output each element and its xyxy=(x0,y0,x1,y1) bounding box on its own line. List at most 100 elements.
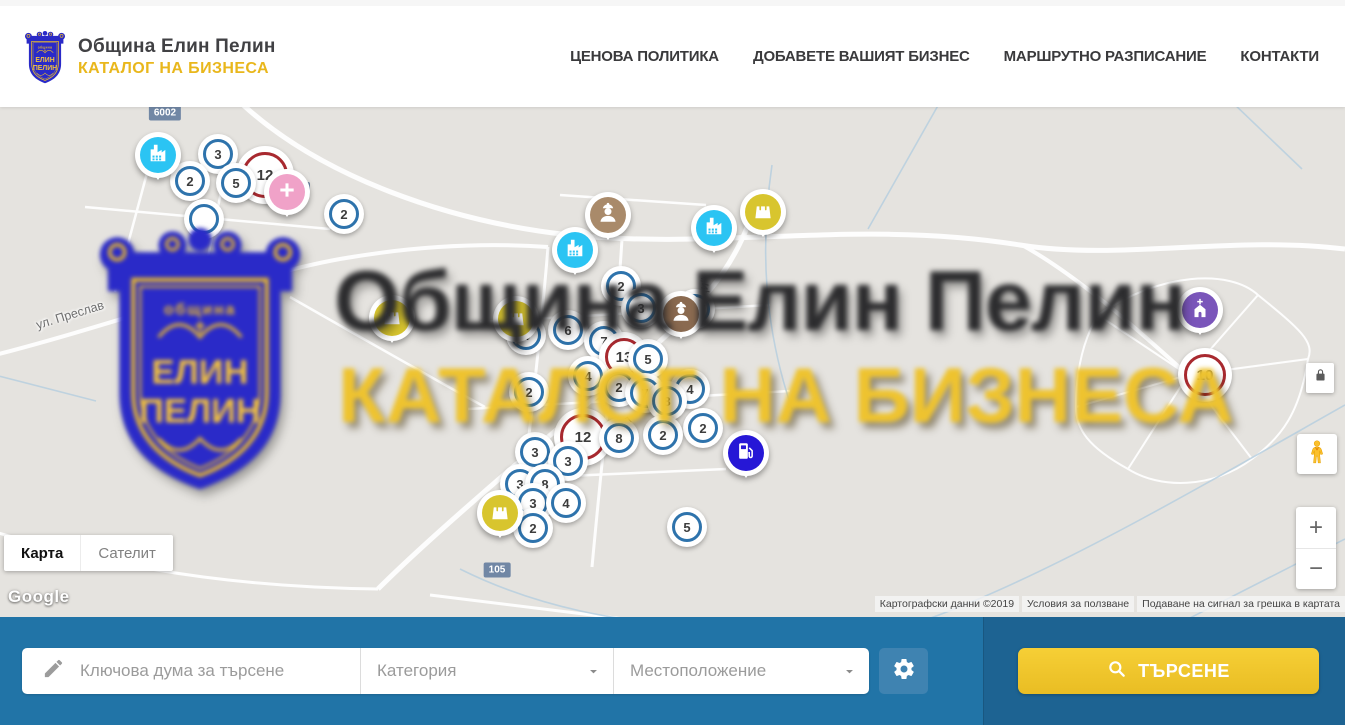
brand-text: Община Елин Пелин КАТАЛОГ НА БИЗНЕСА xyxy=(78,36,276,78)
cluster-marker[interactable]: 2 xyxy=(324,194,364,234)
bag-icon xyxy=(505,306,527,333)
church-icon xyxy=(1189,297,1211,324)
location-select-label: Местоположение xyxy=(630,661,766,681)
cluster-count: 8 xyxy=(604,423,634,453)
cluster-count: 2 xyxy=(175,166,205,196)
cluster-marker[interactable]: 2 xyxy=(683,408,723,448)
lock-control[interactable] xyxy=(1306,363,1334,393)
keyword-input[interactable] xyxy=(78,660,360,682)
padlock-icon xyxy=(1313,368,1328,388)
zoom-control: + − xyxy=(1296,507,1336,589)
cluster-count: 4 xyxy=(551,488,581,518)
cluster-marker[interactable]: 10 xyxy=(1178,348,1232,402)
pegman-control[interactable] xyxy=(1297,434,1337,474)
cluster-count: 5 xyxy=(633,344,663,374)
cluster-count: 2 xyxy=(329,199,359,229)
cluster-count: 6 xyxy=(553,315,583,345)
cluster-marker[interactable]: 5 xyxy=(216,163,256,203)
map-type-map-button[interactable]: Карта xyxy=(4,535,80,571)
cluster-count: 2 xyxy=(688,413,718,443)
cluster-count: 3 xyxy=(520,437,550,467)
search-button[interactable]: ТЪРСЕНЕ xyxy=(1018,648,1319,694)
category-pin-factory[interactable] xyxy=(691,205,737,251)
advanced-search-button[interactable] xyxy=(879,648,928,694)
attribution-terms-link[interactable]: Условия за ползване xyxy=(1022,596,1134,612)
category-pin-bag[interactable] xyxy=(740,189,786,235)
worker-icon xyxy=(670,301,692,328)
category-pin-factory[interactable] xyxy=(135,132,181,178)
zoom-out-button[interactable]: − xyxy=(1296,548,1336,589)
chevron-down-icon xyxy=(586,664,601,684)
cluster-count: 3 xyxy=(626,293,656,323)
gear-icon xyxy=(892,657,916,686)
nav-item-pricing[interactable]: ЦЕНОВА ПОЛИТИКА xyxy=(570,48,719,65)
cluster-marker[interactable]: 2 xyxy=(643,415,683,455)
bag-icon xyxy=(381,305,403,332)
main-nav: ЦЕНОВА ПОЛИТИКА ДОБАВЕТЕ ВАШИЯТ БИЗНЕС М… xyxy=(570,48,1345,65)
road-number-label: 6002 xyxy=(149,107,181,121)
cluster-count: 2 xyxy=(514,377,544,407)
cluster-marker[interactable]: 2 xyxy=(509,372,549,412)
category-pin-bag[interactable] xyxy=(369,295,415,341)
zoom-in-button[interactable]: + xyxy=(1296,507,1336,548)
bag-icon xyxy=(752,199,774,226)
search-bar: Категория Местоположение xyxy=(22,648,869,694)
factory-icon xyxy=(703,215,725,242)
nav-item-add-business[interactable]: ДОБАВЕТЕ ВАШИЯТ БИЗНЕС xyxy=(753,48,970,65)
cluster-marker[interactable]: 3 xyxy=(621,288,661,328)
attribution-report-link[interactable]: Подаване на сигнал за грешка в картата xyxy=(1137,596,1345,612)
search-right-panel: ТЪРСЕНЕ xyxy=(983,617,1345,725)
category-pin-bag[interactable] xyxy=(493,296,539,342)
category-pin-factory[interactable] xyxy=(552,227,598,273)
site-title: Община Елин Пелин xyxy=(78,36,276,58)
pegman-icon xyxy=(1304,439,1330,470)
map-canvas[interactable]: ул. Преславбул. „Новоселици" 6002105 321… xyxy=(0,107,1345,617)
worker-icon xyxy=(597,202,619,229)
search-button-label: ТЪРСЕНЕ xyxy=(1138,661,1230,682)
search-left-panel: Категория Местоположение xyxy=(0,617,983,725)
cluster-count: 8 xyxy=(652,386,682,416)
location-select[interactable]: Местоположение xyxy=(613,648,869,694)
map-type-satellite-button[interactable]: Сателит xyxy=(80,535,173,571)
map-attribution: Картографски данни ©2019 Условия за полз… xyxy=(875,596,1345,612)
cluster-count: 5 xyxy=(672,512,702,542)
header: община ЕЛИН ПЕЛИН Община Елин Пелин КАТА… xyxy=(0,0,1345,107)
keyword-cell xyxy=(22,648,360,694)
nav-item-timetable[interactable]: МАРШРУТНО РАЗПИСАНИЕ xyxy=(1004,48,1207,65)
magnifier-icon xyxy=(1107,659,1127,684)
cross-icon xyxy=(277,180,297,205)
category-select-label: Категория xyxy=(377,661,456,681)
cluster-count: 5 xyxy=(221,168,251,198)
page: община ЕЛИН ПЕЛИН Община Елин Пелин КАТА… xyxy=(0,0,1345,725)
attribution-copyright: Картографски данни ©2019 xyxy=(875,596,1019,612)
cluster-marker[interactable]: 6 xyxy=(548,310,588,350)
svg-text:ЕЛИН: ЕЛИН xyxy=(35,57,54,64)
cluster-count xyxy=(189,204,219,234)
category-pin-worker[interactable] xyxy=(658,291,704,337)
brand[interactable]: община ЕЛИН ПЕЛИН Община Елин Пелин КАТА… xyxy=(0,29,276,85)
svg-text:ПЕЛИН: ПЕЛИН xyxy=(33,64,57,71)
chevron-down-icon xyxy=(842,664,857,684)
fuel-icon xyxy=(735,440,757,467)
cluster-count: 10 xyxy=(1184,354,1226,396)
category-pin-cross[interactable] xyxy=(264,169,310,215)
nav-item-contacts[interactable]: КОНТАКТИ xyxy=(1240,48,1319,65)
site-subtitle: КАТАЛОГ НА БИЗНЕСА xyxy=(78,60,276,78)
cluster-marker[interactable] xyxy=(184,199,224,239)
municipality-crest-logo: община ЕЛИН ПЕЛИН xyxy=(22,29,68,85)
factory-icon xyxy=(147,142,169,169)
pencil-icon xyxy=(42,657,65,685)
search-section: Категория Местоположение xyxy=(0,617,1345,725)
category-select[interactable]: Категория xyxy=(360,648,613,694)
bag-icon xyxy=(489,500,511,527)
category-pin-bag[interactable] xyxy=(477,490,523,536)
category-pin-church[interactable] xyxy=(1177,287,1223,333)
cluster-marker[interactable]: 5 xyxy=(667,507,707,547)
cluster-marker[interactable]: 4 xyxy=(546,483,586,523)
google-logo[interactable]: Google xyxy=(8,587,70,607)
cluster-count: 2 xyxy=(648,420,678,450)
category-pin-fuel[interactable] xyxy=(723,430,769,476)
road-number-label: 105 xyxy=(484,563,511,578)
category-pin-worker[interactable] xyxy=(585,192,631,238)
cluster-marker[interactable]: 8 xyxy=(599,418,639,458)
